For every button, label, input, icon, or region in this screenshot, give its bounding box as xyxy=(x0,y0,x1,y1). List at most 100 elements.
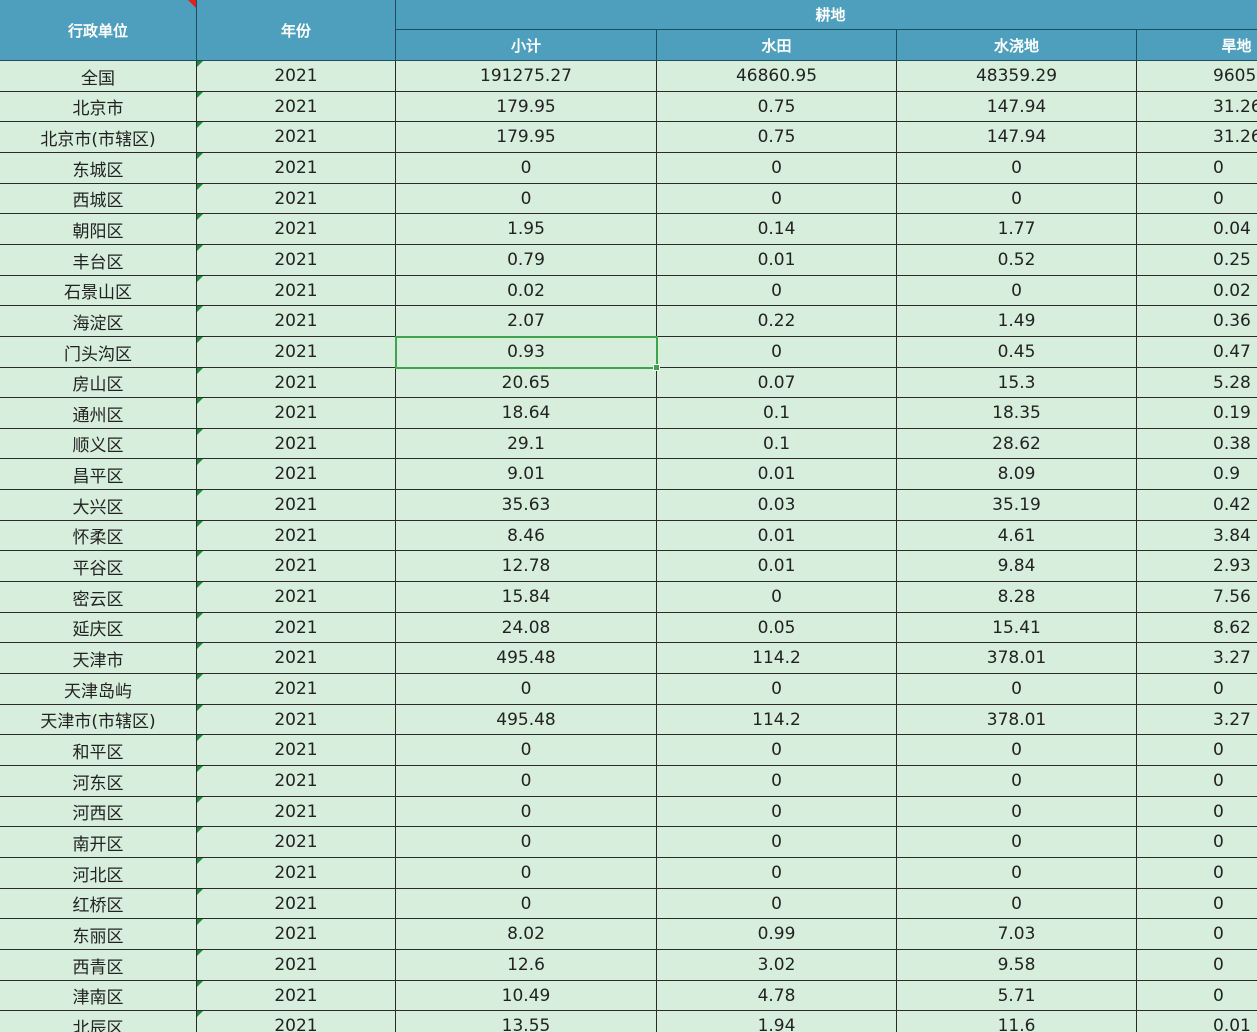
cell-year[interactable]: 2021 xyxy=(197,184,396,214)
cell-subtotal[interactable]: 29.1 xyxy=(396,429,657,459)
cell-paddy[interactable]: 0 xyxy=(657,184,897,214)
cell-dry-land[interactable]: 0 xyxy=(1137,153,1257,184)
cell-irrigated[interactable]: 35.19 xyxy=(897,490,1137,521)
cell-subtotal[interactable]: 8.46 xyxy=(396,521,657,551)
cell-paddy[interactable]: 0 xyxy=(657,766,897,797)
cell-irrigated[interactable]: 1.49 xyxy=(897,306,1137,337)
cell-dry-land[interactable]: 0 xyxy=(1137,184,1257,214)
cell-irrigated[interactable]: 7.03 xyxy=(897,919,1137,950)
cell-paddy[interactable]: 0.01 xyxy=(657,551,897,582)
cell-paddy[interactable]: 0.03 xyxy=(657,490,897,521)
cell-subtotal[interactable]: 0.02 xyxy=(396,276,657,306)
cell-year[interactable]: 2021 xyxy=(197,797,396,827)
cell-subtotal[interactable]: 0 xyxy=(396,827,657,858)
cell-admin-unit[interactable]: 石景山区 xyxy=(0,276,197,306)
cell-admin-unit[interactable]: 北辰区 xyxy=(0,1011,197,1032)
cell-subtotal[interactable]: 0 xyxy=(396,858,657,889)
cell-subtotal[interactable]: 9.01 xyxy=(396,459,657,490)
header-cultivated-land-group[interactable]: 耕地 xyxy=(396,0,1257,30)
cell-admin-unit[interactable]: 天津岛屿 xyxy=(0,674,197,705)
cell-paddy[interactable]: 0 xyxy=(657,889,897,919)
cell-irrigated[interactable]: 0 xyxy=(897,153,1137,184)
cell-dry-land[interactable]: 0.38 xyxy=(1137,429,1257,459)
cell-irrigated[interactable]: 8.09 xyxy=(897,459,1137,490)
cell-admin-unit[interactable]: 海淀区 xyxy=(0,306,197,337)
cell-dry-land[interactable]: 0 xyxy=(1137,858,1257,889)
cell-year[interactable]: 2021 xyxy=(197,276,396,306)
cell-admin-unit[interactable]: 密云区 xyxy=(0,582,197,613)
cell-irrigated[interactable]: 0.52 xyxy=(897,245,1137,276)
cell-paddy[interactable]: 46860.95 xyxy=(657,61,897,92)
cell-irrigated[interactable]: 0 xyxy=(897,858,1137,889)
cell-subtotal[interactable]: 1.95 xyxy=(396,214,657,245)
cell-paddy[interactable]: 0 xyxy=(657,827,897,858)
cell-irrigated[interactable]: 9.58 xyxy=(897,950,1137,981)
cell-year[interactable]: 2021 xyxy=(197,889,396,919)
cell-year[interactable]: 2021 xyxy=(197,490,396,521)
cell-irrigated[interactable]: 147.94 xyxy=(897,92,1137,122)
cell-admin-unit[interactable]: 东城区 xyxy=(0,153,197,184)
cell-paddy[interactable]: 0 xyxy=(657,153,897,184)
cell-year[interactable]: 2021 xyxy=(197,950,396,981)
cell-dry-land[interactable]: 31.26 xyxy=(1137,92,1257,122)
cell-irrigated[interactable]: 0 xyxy=(897,766,1137,797)
cell-paddy[interactable]: 0.05 xyxy=(657,613,897,643)
cell-subtotal[interactable]: 0 xyxy=(396,766,657,797)
cell-irrigated[interactable]: 11.6 xyxy=(897,1011,1137,1032)
cell-dry-land[interactable]: 96055.03 xyxy=(1137,61,1257,92)
cell-subtotal[interactable]: 35.63 xyxy=(396,490,657,521)
cell-dry-land[interactable]: 0.01 xyxy=(1137,1011,1257,1032)
cell-admin-unit[interactable]: 红桥区 xyxy=(0,889,197,919)
cell-paddy[interactable]: 0 xyxy=(657,276,897,306)
cell-subtotal[interactable]: 18.64 xyxy=(396,398,657,429)
cell-year[interactable]: 2021 xyxy=(197,919,396,950)
cell-admin-unit[interactable]: 天津市(市辖区) xyxy=(0,705,197,735)
cell-dry-land[interactable]: 0 xyxy=(1137,735,1257,766)
cell-subtotal[interactable]: 12.78 xyxy=(396,551,657,582)
cell-year[interactable]: 2021 xyxy=(197,214,396,245)
cell-year[interactable]: 2021 xyxy=(197,61,396,92)
cell-paddy[interactable]: 0.07 xyxy=(657,368,897,398)
cell-dry-land[interactable]: 0.47 xyxy=(1137,337,1257,368)
cell-subtotal[interactable]: 495.48 xyxy=(396,705,657,735)
cell-paddy[interactable]: 4.78 xyxy=(657,981,897,1011)
cell-subtotal[interactable]: 24.08 xyxy=(396,613,657,643)
cell-irrigated[interactable]: 0 xyxy=(897,889,1137,919)
cell-admin-unit[interactable]: 和平区 xyxy=(0,735,197,766)
cell-dry-land[interactable]: 3.27 xyxy=(1137,643,1257,674)
cell-subtotal[interactable]: 0.93 xyxy=(396,337,657,368)
cell-paddy[interactable]: 0 xyxy=(657,582,897,613)
cell-subtotal[interactable]: 0 xyxy=(396,797,657,827)
cell-admin-unit[interactable]: 天津市 xyxy=(0,643,197,674)
cell-irrigated[interactable]: 0 xyxy=(897,735,1137,766)
cell-year[interactable]: 2021 xyxy=(197,429,396,459)
cell-paddy[interactable]: 114.2 xyxy=(657,705,897,735)
cell-dry-land[interactable]: 31.26 xyxy=(1137,122,1257,153)
cell-year[interactable]: 2021 xyxy=(197,582,396,613)
cell-year[interactable]: 2021 xyxy=(197,306,396,337)
cell-subtotal[interactable]: 0 xyxy=(396,735,657,766)
cell-subtotal[interactable]: 191275.27 xyxy=(396,61,657,92)
cell-irrigated[interactable]: 48359.29 xyxy=(897,61,1137,92)
cell-paddy[interactable]: 0 xyxy=(657,337,897,368)
cell-dry-land[interactable]: 0 xyxy=(1137,889,1257,919)
cell-paddy[interactable]: 0.75 xyxy=(657,122,897,153)
cell-admin-unit[interactable]: 河西区 xyxy=(0,797,197,827)
cell-subtotal[interactable]: 0 xyxy=(396,184,657,214)
cell-admin-unit[interactable]: 南开区 xyxy=(0,827,197,858)
cell-year[interactable]: 2021 xyxy=(197,368,396,398)
cell-admin-unit[interactable]: 河东区 xyxy=(0,766,197,797)
cell-irrigated[interactable]: 0 xyxy=(897,184,1137,214)
header-year[interactable]: 年份 xyxy=(197,0,396,61)
cell-dry-land[interactable]: 0 xyxy=(1137,674,1257,705)
cell-paddy[interactable]: 0 xyxy=(657,735,897,766)
cell-paddy[interactable]: 0.75 xyxy=(657,92,897,122)
cell-paddy[interactable]: 0.99 xyxy=(657,919,897,950)
cell-irrigated[interactable]: 378.01 xyxy=(897,643,1137,674)
cell-year[interactable]: 2021 xyxy=(197,122,396,153)
cell-dry-land[interactable]: 0 xyxy=(1137,827,1257,858)
cell-paddy[interactable]: 0.01 xyxy=(657,245,897,276)
cell-admin-unit[interactable]: 全国 xyxy=(0,61,197,92)
cell-irrigated[interactable]: 0 xyxy=(897,797,1137,827)
cell-paddy[interactable]: 0.01 xyxy=(657,459,897,490)
